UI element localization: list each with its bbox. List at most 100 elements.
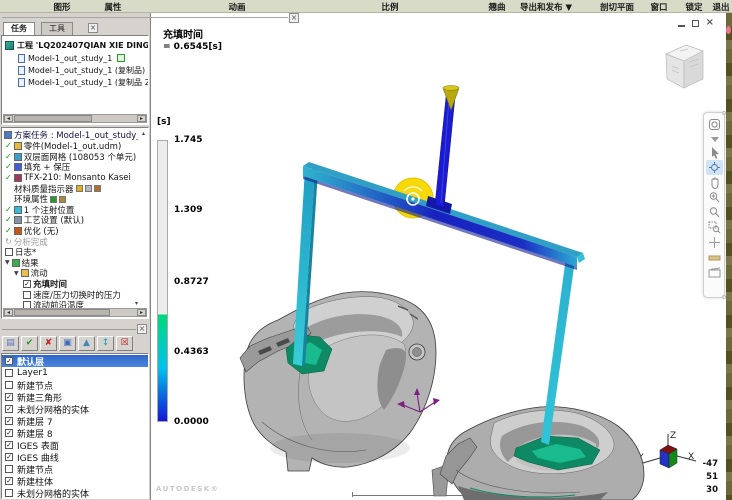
tab-tasks[interactable]: 任务: [3, 22, 35, 35]
view-cube[interactable]: [656, 38, 708, 96]
close-icon[interactable]: ×: [289, 13, 299, 23]
show-layer-button[interactable]: ↕: [97, 336, 114, 351]
scroll-right-icon[interactable]: ▸: [137, 115, 146, 122]
layer-checkbox[interactable]: [5, 381, 13, 389]
layer-row-6[interactable]: ✓新建层 8: [2, 427, 148, 439]
task-row-4[interactable]: 材料质量指示器: [2, 183, 146, 194]
menu-item-3[interactable]: 比例: [381, 1, 398, 13]
scroll-left-icon[interactable]: ◂: [4, 309, 13, 316]
layer-row-0[interactable]: ✓默认层: [2, 355, 148, 367]
zoom-window-icon[interactable]: [706, 220, 723, 235]
task-row-12[interactable]: ▼流动: [2, 268, 146, 279]
layer-checkbox[interactable]: ✓: [5, 477, 13, 485]
animation-clapper-icon[interactable]: [706, 265, 723, 280]
menu-item-6[interactable]: 剖切平面: [600, 1, 634, 13]
pan-hand-icon[interactable]: [706, 175, 723, 190]
result-checkbox[interactable]: [23, 291, 31, 299]
layer-checkbox[interactable]: ✓: [5, 417, 13, 425]
legend-tick-2: 0.8727: [174, 277, 209, 287]
layer-row-8[interactable]: ✓IGES 曲线: [2, 451, 148, 463]
task-row-13[interactable]: ✓充填时间: [2, 279, 146, 290]
task-row-1[interactable]: ✓双层面网格 (108053 个单元): [2, 152, 146, 163]
menu-item-8[interactable]: 锁定: [685, 1, 702, 13]
zoom-dynamic-icon[interactable]: [706, 190, 723, 205]
task-row-7[interactable]: ✓工艺设置 (默认): [2, 215, 146, 226]
activate-layer-button[interactable]: ✔: [21, 336, 38, 351]
scroll-down-icon[interactable]: ▾: [135, 300, 138, 307]
restore-icon[interactable]: [692, 20, 699, 27]
menu-item-5[interactable]: 导出和发布 ▼: [520, 1, 572, 13]
layer-row-3[interactable]: ✓新建三角形: [2, 391, 148, 403]
task-row-2[interactable]: ✓填充 + 保压: [2, 162, 146, 173]
task-row-6[interactable]: ✓1 个注射位置: [2, 205, 146, 216]
close-icon[interactable]: ×: [706, 19, 714, 27]
task-row-11[interactable]: ▼结果: [2, 258, 146, 269]
viewport-3d[interactable]: 充填时间 = 0.6545[s] [s] 1.7451.3090.87270.4…: [152, 13, 726, 500]
layer-row-2[interactable]: 新建节点: [2, 379, 148, 391]
tasks-hscrollbar[interactable]: ◂ ▸: [3, 308, 147, 317]
menu-item-4[interactable]: 翘曲: [488, 1, 505, 13]
layer-checkbox[interactable]: [5, 465, 13, 473]
study-row-2[interactable]: Model-1_out_study_1 (复制品 2: [2, 76, 148, 88]
layer-row-4[interactable]: ✓未划分网格的实体: [2, 403, 148, 415]
task-row-0[interactable]: ✓零件(Model-1_out.udm): [2, 141, 146, 152]
layer-checkbox[interactable]: ✓: [5, 453, 13, 461]
delete-layer-button[interactable]: ✘: [40, 336, 57, 351]
scroll-thumb[interactable]: [14, 115, 92, 122]
rotation-z: 30: [692, 485, 718, 495]
menu-item-9[interactable]: 退出: [712, 1, 729, 13]
layer-checkbox[interactable]: ✓: [5, 429, 13, 437]
layer-checkbox[interactable]: [5, 489, 13, 497]
study-row-1[interactable]: Model-1_out_study_1 (复制品): [2, 64, 148, 76]
close-icon[interactable]: ×: [137, 324, 147, 334]
center-crosshair-icon[interactable]: [706, 235, 723, 250]
tree-hscrollbar[interactable]: ◂ ▸: [3, 114, 147, 123]
minimize-icon[interactable]: [678, 20, 685, 27]
layer-checkbox[interactable]: ✓: [5, 405, 13, 413]
expand-layer-button[interactable]: ▲: [78, 336, 95, 351]
layer-label: 新建节点: [17, 463, 53, 475]
expander-icon[interactable]: ▼: [14, 270, 19, 277]
orbit-icon[interactable]: [706, 160, 723, 175]
result-checkbox[interactable]: [5, 248, 13, 256]
result-checkbox[interactable]: ✓: [23, 280, 31, 288]
task-row-3[interactable]: ✓TFX-210: Monsanto Kasei: [2, 173, 146, 184]
layer-checkbox[interactable]: [5, 369, 13, 377]
tab-tools[interactable]: 工具: [41, 22, 73, 35]
layer-row-1[interactable]: Layer1: [2, 367, 148, 379]
menu-item-2[interactable]: 动画: [228, 1, 245, 13]
new-layer-button[interactable]: ▤: [2, 336, 19, 351]
study-row-0[interactable]: Model-1_out_study_1: [2, 52, 148, 64]
measure-icon[interactable]: [706, 250, 723, 265]
select-cursor-icon[interactable]: [706, 145, 723, 160]
scroll-up-icon[interactable]: ▴: [142, 130, 145, 137]
layer-checkbox[interactable]: ✓: [5, 393, 13, 401]
task-row-8[interactable]: ✓优化 (无): [2, 226, 146, 237]
assign-layer-button[interactable]: ▣: [59, 336, 76, 351]
menu-item-1[interactable]: 属性: [104, 1, 121, 13]
layer-checkbox[interactable]: ✓: [5, 357, 13, 365]
layer-row-11[interactable]: 未划分网格的实体: [2, 487, 148, 499]
scroll-right-icon[interactable]: ▸: [137, 309, 146, 316]
zoom-in-icon[interactable]: [706, 205, 723, 220]
expander-icon[interactable]: ▼: [5, 259, 10, 266]
layer-checkbox[interactable]: ✓: [5, 441, 13, 449]
menu-item-7[interactable]: 窗口: [650, 1, 667, 13]
clean-layer-button[interactable]: ☒: [116, 336, 133, 351]
task-row-5[interactable]: 环境属性: [2, 194, 146, 205]
layer-row-5[interactable]: ✓新建层 7: [2, 415, 148, 427]
task-row-14[interactable]: 速度/压力切换时的压力: [2, 289, 146, 300]
task-row-10[interactable]: 日志*: [2, 247, 146, 258]
layer-row-7[interactable]: ✓IGES 表面: [2, 439, 148, 451]
menu-item-0[interactable]: 图形: [53, 1, 70, 13]
scroll-left-icon[interactable]: ◂: [4, 115, 13, 122]
task-label: 双层面网格 (108053 个单元): [24, 152, 137, 163]
legend-tick-3: 0.4363: [174, 347, 209, 357]
layer-row-10[interactable]: ✓新建柱体: [2, 475, 148, 487]
project-root-row[interactable]: 工程 'LQ202407QIAN XIE DING': [2, 39, 148, 51]
layer-row-9[interactable]: 新建节点: [2, 463, 148, 475]
close-icon[interactable]: ×: [88, 23, 98, 33]
scroll-thumb[interactable]: [14, 309, 110, 316]
viewcube-home-icon[interactable]: [706, 117, 723, 132]
task-row-9[interactable]: ↻分析完成: [2, 236, 146, 247]
